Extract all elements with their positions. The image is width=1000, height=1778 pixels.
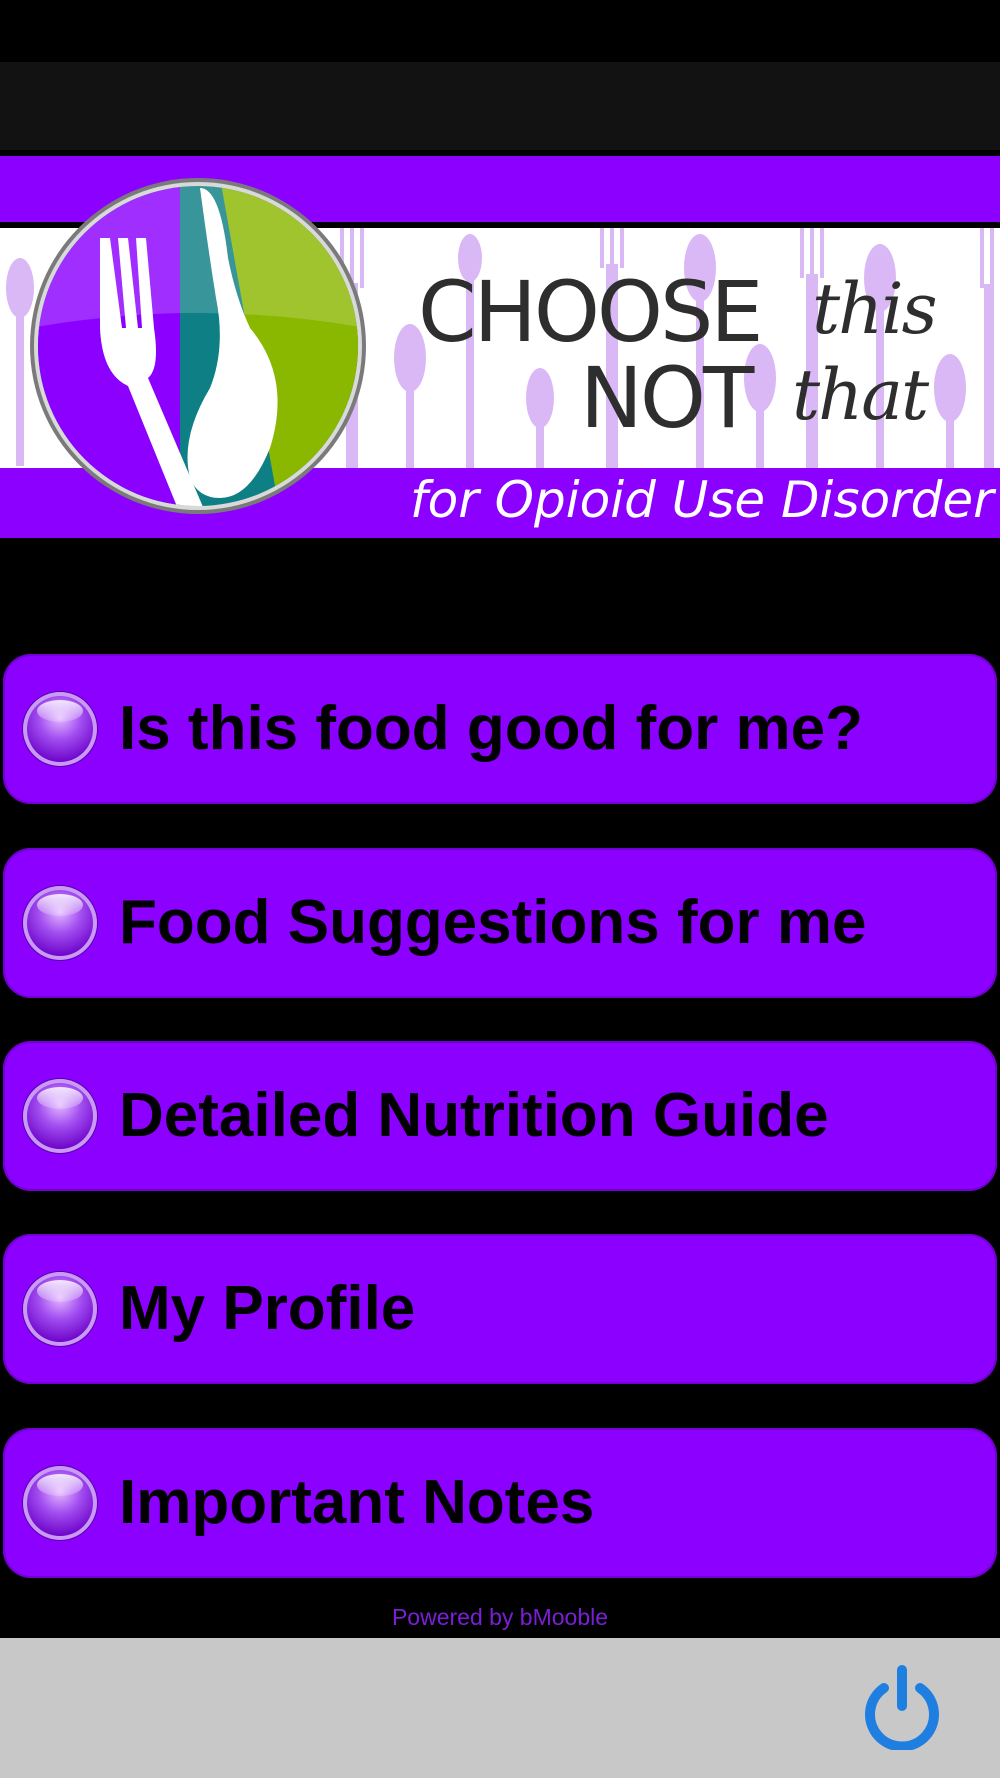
title-not: NOT [580,349,754,447]
purple-orb-icon [23,886,97,960]
menu-item-label: Detailed Nutrition Guide [119,1081,829,1150]
powered-by-link[interactable]: Powered by bMooble [0,1604,1000,1631]
menu-item-is-this-food-good[interactable]: Is this food good for me? [3,654,997,804]
subtitle: for Opioid Use Disorder [410,471,994,529]
power-icon[interactable] [862,1664,942,1750]
menu-item-label: Important Notes [119,1468,595,1537]
title-choose: CHOOSE [418,263,763,361]
title-this: this [812,268,938,350]
purple-orb-icon [23,1272,97,1346]
purple-orb-icon [23,1466,97,1540]
menu-item-label: Is this food good for me? [119,694,863,763]
menu-item-food-suggestions[interactable]: Food Suggestions for me [3,848,997,998]
purple-orb-icon [23,692,97,766]
fork-spoon-logo [30,178,366,514]
menu-item-nutrition-guide[interactable]: Detailed Nutrition Guide [3,1041,997,1191]
title-that: that [792,354,929,436]
bottom-toolbar [0,1638,1000,1778]
menu-item-label: Food Suggestions for me [119,888,867,957]
status-bar [0,0,1000,62]
menu-item-important-notes[interactable]: Important Notes [3,1428,997,1578]
menu-item-label: My Profile [119,1274,416,1343]
purple-orb-icon [23,1079,97,1153]
app-banner: CHOOSE this NOT that for Opioid Use Diso… [0,150,1000,538]
navigation-bar [0,62,1000,150]
menu-item-my-profile[interactable]: My Profile [3,1234,997,1384]
